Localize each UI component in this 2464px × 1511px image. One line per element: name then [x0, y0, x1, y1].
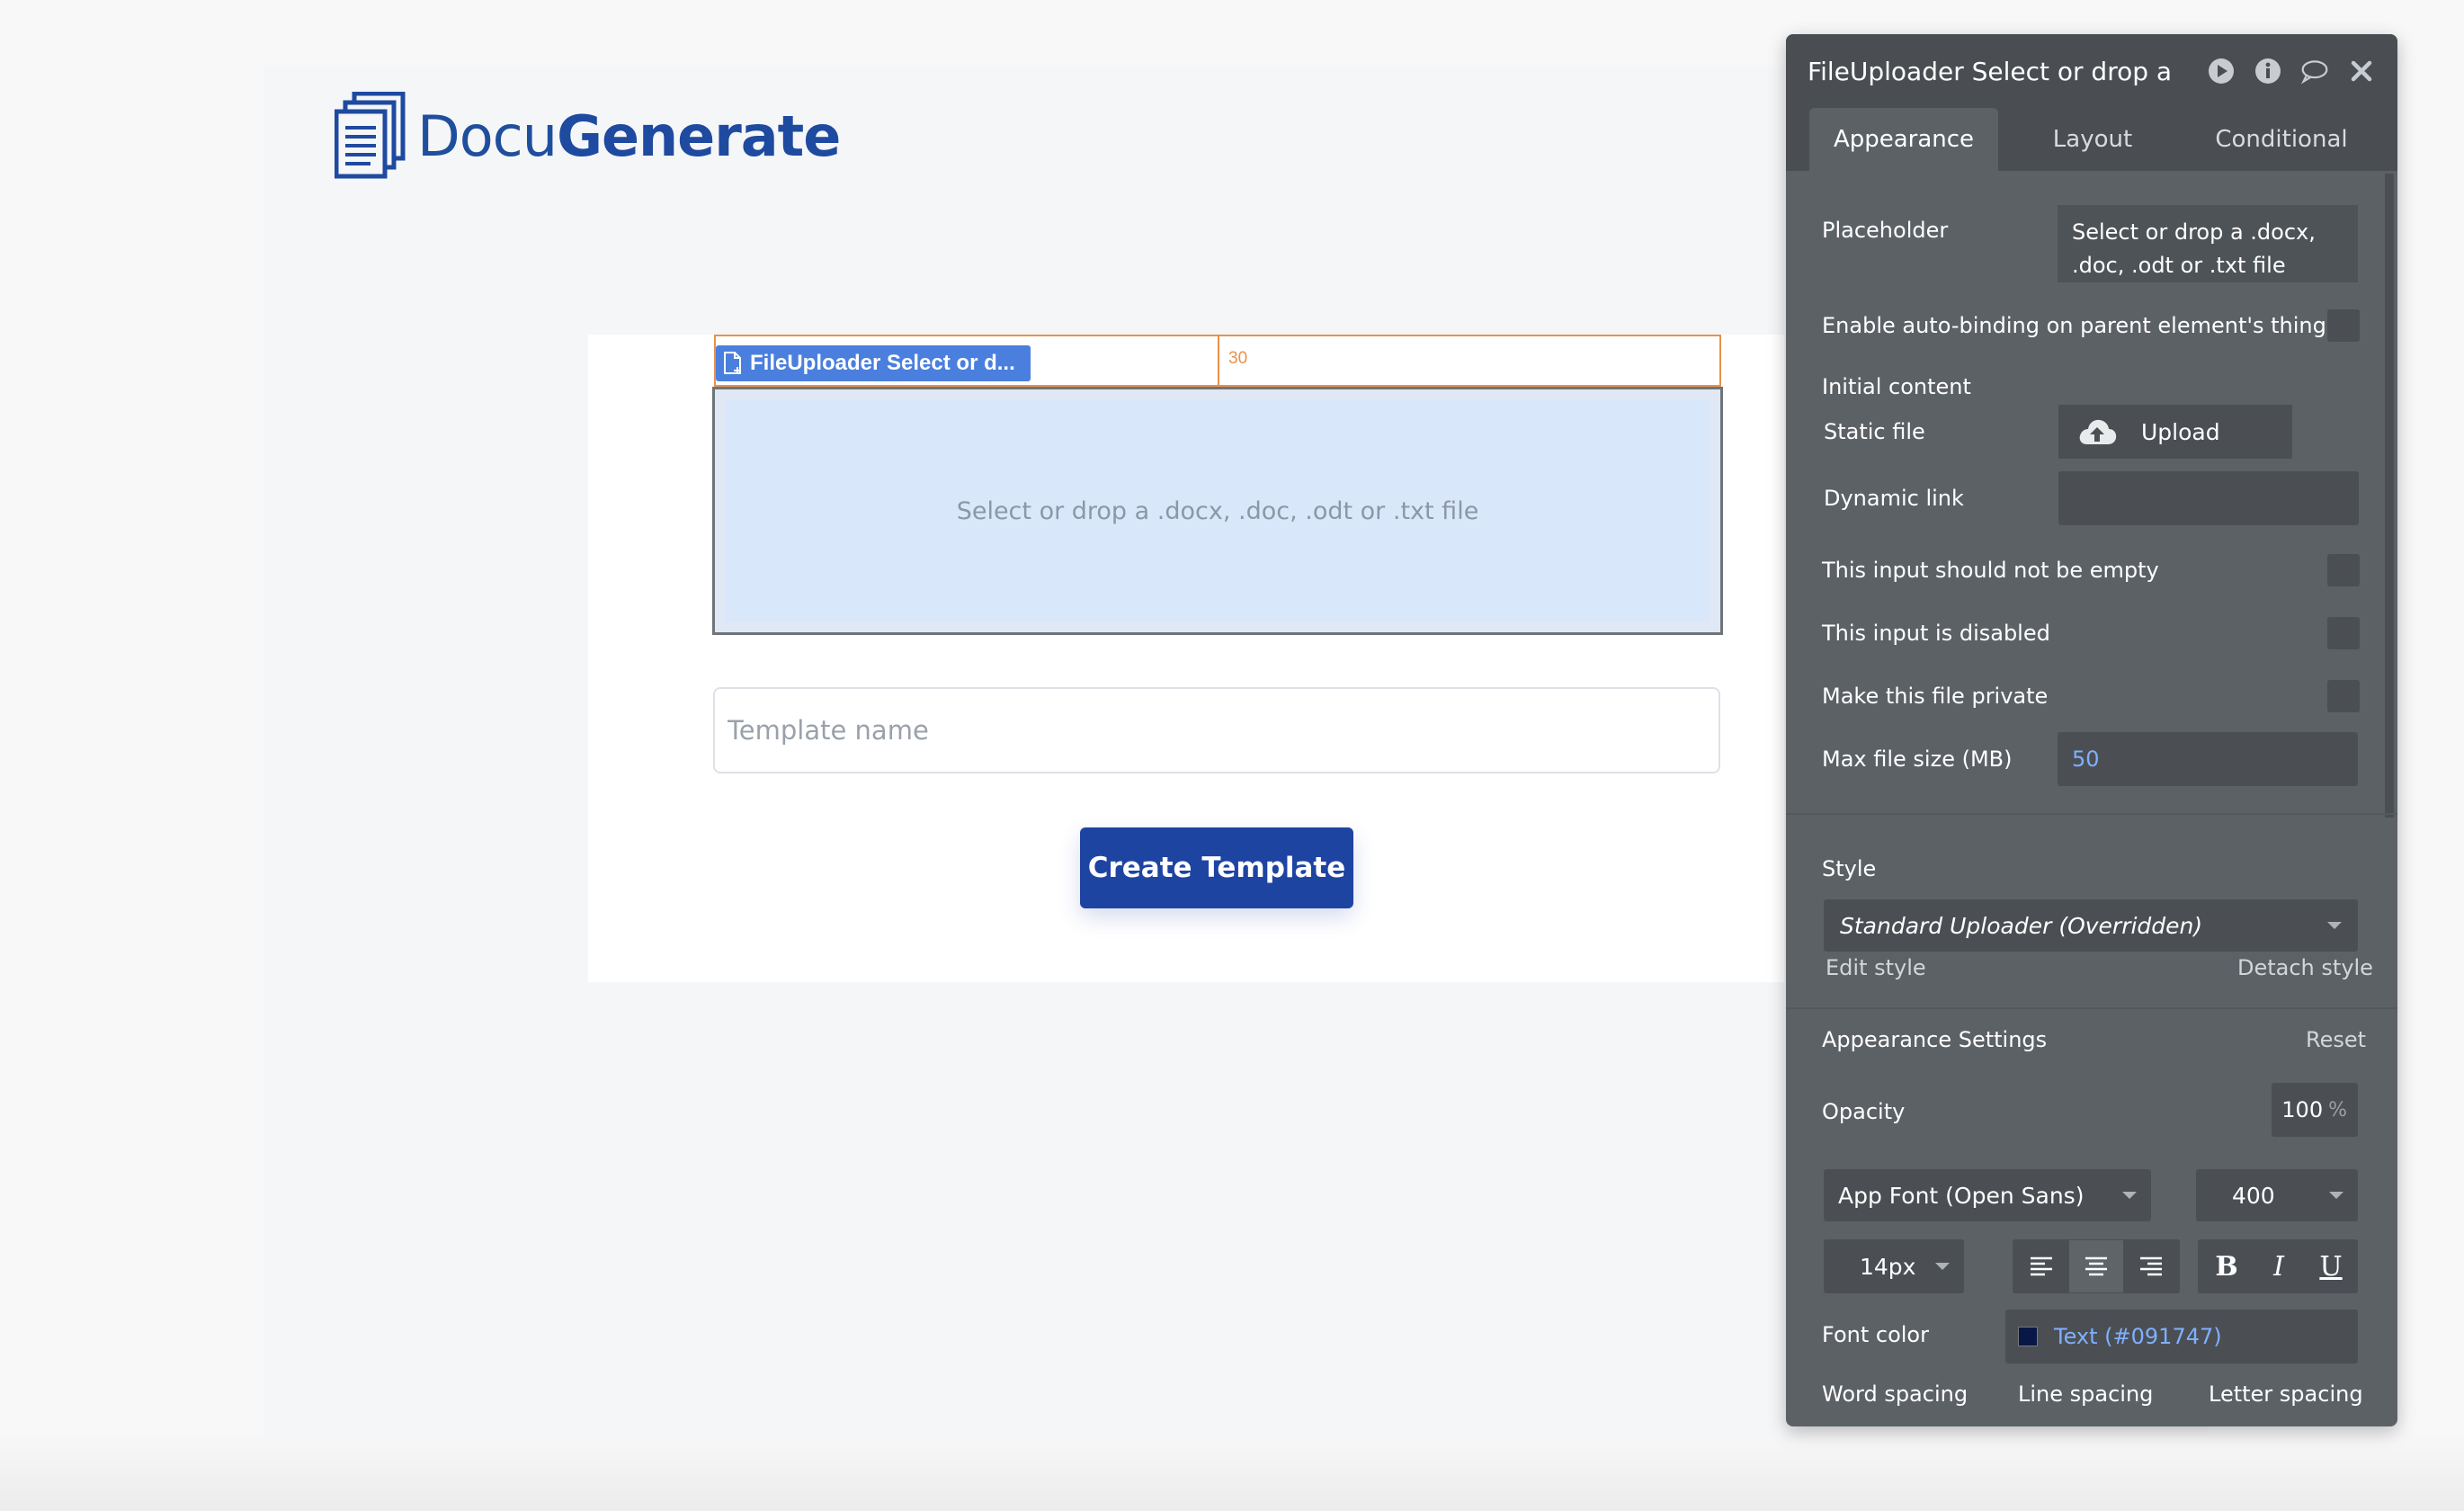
- max-size-field[interactable]: 50: [2058, 732, 2358, 786]
- not-empty-label: This input should not be empty: [1822, 558, 2159, 583]
- italic-button[interactable]: I: [2252, 1240, 2306, 1292]
- element-tag-label: FileUploader Select or d...: [750, 351, 1015, 375]
- section-divider: [1786, 813, 2397, 815]
- private-label: Make this file private: [1822, 684, 2049, 709]
- autobinding-checkbox[interactable]: [2327, 309, 2360, 342]
- align-right-icon[interactable]: [2124, 1240, 2178, 1292]
- style-value: Standard Uploader (Overridden): [1840, 912, 2203, 939]
- disabled-checkbox[interactable]: [2327, 617, 2360, 649]
- template-name-input[interactable]: [713, 687, 1720, 773]
- chevron-down-icon: [2329, 1192, 2343, 1199]
- autobinding-label: Enable auto-binding on parent element's …: [1822, 313, 2326, 338]
- max-size-value: 50: [2072, 747, 2100, 772]
- dimension-label: 30: [1228, 349, 1248, 368]
- cloud-upload-icon: [2079, 419, 2117, 444]
- underline-button[interactable]: U: [2304, 1240, 2358, 1292]
- max-size-label: Max file size (MB): [1822, 747, 2013, 772]
- style-select[interactable]: Standard Uploader (Overridden): [1824, 899, 2358, 952]
- element-tag[interactable]: FileUploader Select or d...: [716, 345, 1031, 381]
- header-icons: [2207, 57, 2376, 85]
- info-icon[interactable]: [2254, 57, 2282, 85]
- font-color-field[interactable]: Text (#091747): [2005, 1310, 2358, 1363]
- dynamic-link-label: Dynamic link: [1824, 486, 1964, 511]
- bold-button[interactable]: B: [2200, 1240, 2254, 1292]
- font-family-value: App Font (Open Sans): [1838, 1182, 2085, 1209]
- font-weight-value: 400: [2232, 1182, 2275, 1209]
- tab-conditional[interactable]: Conditional: [2187, 108, 2376, 171]
- line-spacing-label: Line spacing: [2018, 1381, 2154, 1407]
- font-family-select[interactable]: App Font (Open Sans): [1824, 1169, 2151, 1221]
- align-left-icon[interactable]: [2014, 1240, 2068, 1292]
- panel-scrollbar[interactable]: [2385, 174, 2394, 818]
- close-icon[interactable]: [2347, 57, 2376, 85]
- disabled-label: This input is disabled: [1822, 621, 2050, 646]
- opacity-unit: %: [2328, 1098, 2347, 1122]
- create-template-button[interactable]: Create Template: [1080, 827, 1353, 908]
- property-panel: FileUploader Select or drop a .dc Appear…: [1786, 34, 2397, 1426]
- section-divider: [1786, 1007, 2397, 1009]
- upload-label: Upload: [2141, 418, 2220, 445]
- font-size-value: 14px: [1860, 1253, 1916, 1280]
- dynamic-link-field[interactable]: [2058, 471, 2359, 525]
- letter-spacing-label: Letter spacing: [2209, 1381, 2363, 1407]
- file-drop-zone[interactable]: Select or drop a .docx, .doc, .odt or .t…: [726, 400, 1710, 621]
- opacity-value: 100: [2281, 1097, 2324, 1122]
- upload-button[interactable]: Upload: [2058, 405, 2292, 459]
- logo-prefix: Docu: [417, 103, 558, 169]
- font-color-value: Text (#091747): [2054, 1324, 2222, 1349]
- static-file-label: Static file: [1824, 419, 1925, 444]
- logo: DocuGenerate: [335, 92, 841, 180]
- chevron-down-icon: [2122, 1192, 2137, 1199]
- chevron-down-icon: [2327, 922, 2342, 929]
- appearance-settings-label: Appearance Settings: [1822, 1027, 2048, 1052]
- logo-text: DocuGenerate: [417, 103, 841, 169]
- edit-style-link[interactable]: Edit style: [1826, 955, 1926, 980]
- logo-bold: Generate: [557, 103, 841, 169]
- align-center-icon[interactable]: [2069, 1240, 2123, 1292]
- placeholder-field[interactable]: Select or drop a .docx, .doc, .odt or .t…: [2058, 205, 2358, 282]
- uploader-placeholder: Select or drop a .docx, .doc, .odt or .t…: [956, 496, 1479, 525]
- opacity-field[interactable]: 100 %: [2272, 1083, 2358, 1137]
- style-label: Style: [1822, 856, 1877, 881]
- opacity-label: Opacity: [1822, 1099, 1906, 1124]
- detach-style-link[interactable]: Detach style: [2237, 955, 2373, 980]
- play-icon[interactable]: [2207, 57, 2236, 85]
- font-color-label: Font color: [1822, 1322, 1929, 1347]
- panel-title: FileUploader Select or drop a .dc: [1808, 56, 2176, 86]
- panel-tabs: Appearance Layout Conditional: [1786, 108, 2397, 171]
- color-swatch: [2018, 1327, 2038, 1346]
- chevron-down-icon: [1935, 1263, 1950, 1270]
- documents-icon: [335, 92, 406, 179]
- file-add-icon: [724, 352, 741, 374]
- panel-header: FileUploader Select or drop a .dc: [1786, 34, 2397, 108]
- private-checkbox[interactable]: [2327, 680, 2360, 712]
- placeholder-label: Placeholder: [1822, 218, 1949, 243]
- word-spacing-label: Word spacing: [1822, 1381, 1969, 1407]
- initial-content-label: Initial content: [1822, 374, 1971, 399]
- file-uploader[interactable]: Select or drop a .docx, .doc, .odt or .t…: [712, 387, 1723, 635]
- font-size-select[interactable]: 14px: [1824, 1239, 1964, 1293]
- not-empty-checkbox[interactable]: [2327, 554, 2360, 586]
- selection-divider: [1218, 335, 1219, 387]
- tab-appearance[interactable]: Appearance: [1809, 108, 1998, 171]
- font-weight-select[interactable]: 400: [2196, 1169, 2358, 1221]
- comment-icon[interactable]: [2300, 57, 2329, 85]
- reset-link[interactable]: Reset: [2306, 1027, 2366, 1052]
- tab-layout[interactable]: Layout: [1998, 108, 2187, 171]
